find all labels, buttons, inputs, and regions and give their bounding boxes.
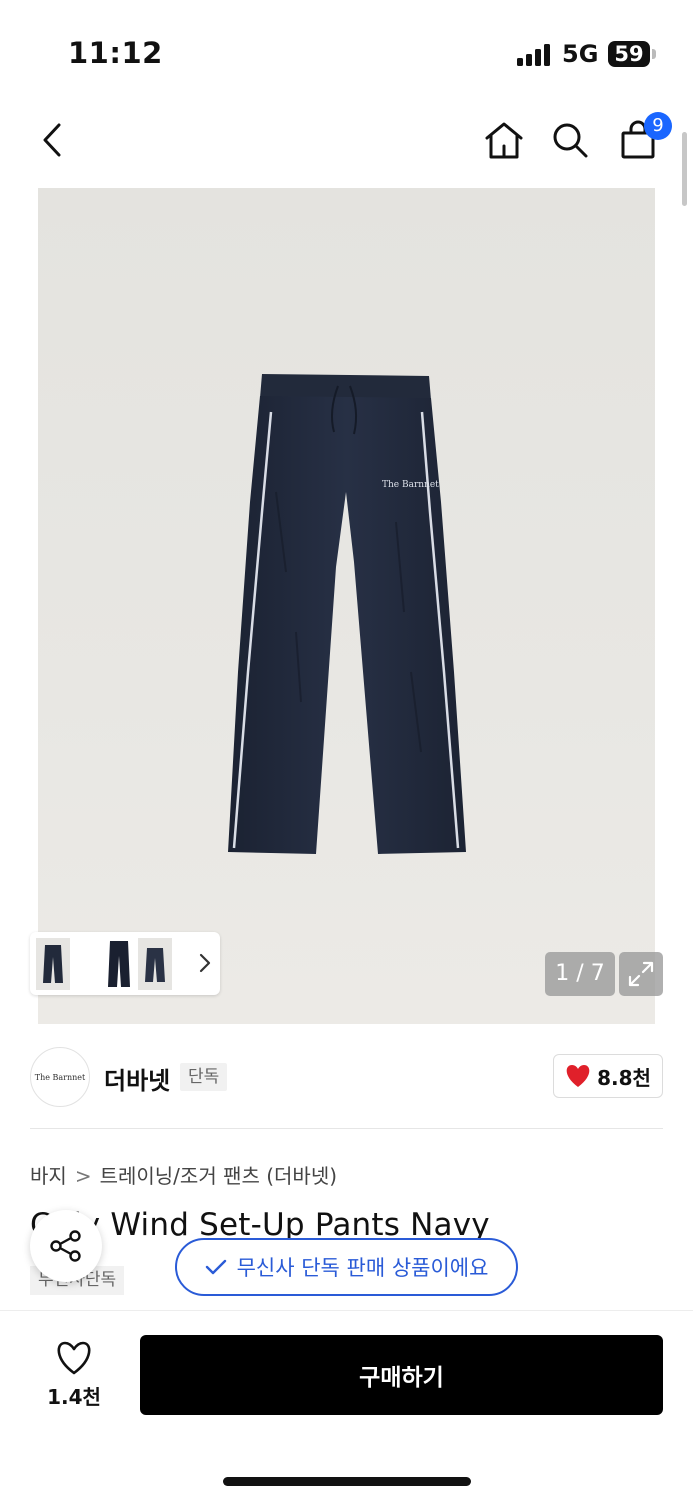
brand-row: The Barnnet 더바넷 단독 8.8천 [0, 1024, 693, 1129]
wishlist-button[interactable]: 1.4천 [38, 1341, 110, 1413]
thumbnail-strip[interactable] [30, 932, 220, 995]
bottom-action-bar: 1.4천 구매하기 [0, 1310, 693, 1500]
signal-icon [517, 44, 553, 66]
home-indicator [223, 1477, 471, 1486]
thumbnail-image [108, 941, 130, 987]
brand-like-button[interactable]: 8.8천 [553, 1054, 663, 1098]
search-button[interactable] [546, 116, 594, 164]
breadcrumb-item-training-pants[interactable]: 트레이닝/조거 팬츠 (더바넷) [100, 1164, 337, 1188]
exclusive-tag: 단독 [180, 1063, 228, 1091]
brand-logo[interactable]: The Barnnet [30, 1047, 90, 1107]
thumbnail-image [43, 945, 63, 983]
buy-button[interactable]: 구매하기 [140, 1335, 663, 1415]
exclusive-toast: 무신사 단독 판매 상품이에요 [175, 1238, 518, 1296]
brand-like-count: 8.8천 [597, 1065, 651, 1090]
thumbnail-1[interactable] [36, 938, 70, 990]
breadcrumb-separator: > [74, 1164, 92, 1188]
wishlist-count: 1.4천 [47, 1385, 101, 1409]
share-icon [50, 1230, 81, 1262]
home-button[interactable] [480, 116, 528, 164]
expand-image-button[interactable] [619, 952, 663, 996]
check-icon [205, 1259, 226, 1275]
chevron-right-icon[interactable] [198, 952, 212, 974]
status-bar: 11:12 5G 59 [0, 0, 693, 100]
network-label: 5G [562, 40, 599, 68]
thumbnail-2[interactable] [102, 938, 136, 990]
back-button[interactable] [28, 116, 76, 164]
brand-name[interactable]: 더바넷 [104, 1061, 170, 1096]
cart-button[interactable]: 9 [614, 112, 672, 164]
pants-logo-text: The Barnnet [382, 480, 439, 490]
heart-filled-icon [566, 1065, 590, 1087]
toast-text: 무신사 단독 판매 상품이에요 [236, 1256, 489, 1280]
expand-icon [628, 961, 654, 987]
cart-count-badge: 9 [644, 112, 672, 140]
search-icon [553, 123, 588, 158]
scrollbar[interactable] [682, 132, 687, 206]
breadcrumb-item-pants[interactable]: 바지 [30, 1164, 67, 1188]
share-button[interactable] [30, 1210, 102, 1282]
home-icon [485, 122, 523, 159]
thumbnail-3[interactable] [138, 938, 172, 990]
thumbnail-image [145, 948, 165, 982]
product-photo-pants: The Barnnet [228, 374, 466, 854]
nav-bar: 9 [0, 100, 693, 180]
image-page-counter: 1 / 7 [545, 952, 615, 996]
heart-outline-icon [57, 1341, 91, 1375]
divider [30, 1128, 663, 1129]
breadcrumb: 바지 > 트레이닝/조거 팬츠 (더바넷) [30, 1160, 337, 1189]
battery-tip [652, 49, 656, 59]
status-time: 11:12 [68, 36, 163, 70]
product-image-gallery[interactable]: The Barnnet [38, 188, 655, 1024]
battery-icon: 59 [608, 41, 650, 67]
chevron-left-icon [43, 123, 61, 157]
